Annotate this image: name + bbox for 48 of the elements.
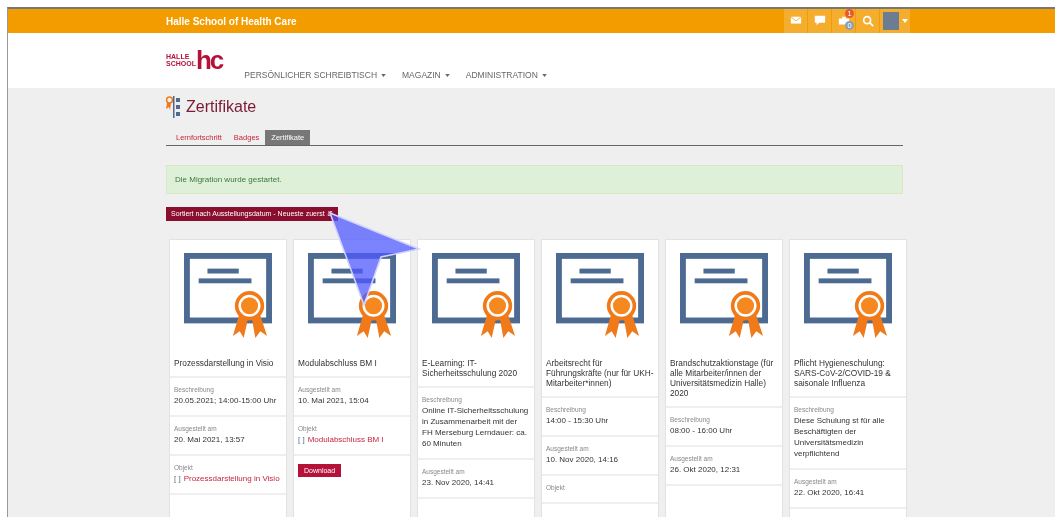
site-title: Halle School of Health Care [166,15,298,27]
certificate-icon [804,252,892,340]
chat-button[interactable] [808,9,831,33]
search-icon [861,15,874,27]
field-value: 10. Mai 2021, 15:04 [298,395,370,406]
field-value: 26. Okt 2020, 12:31 [670,464,742,475]
nav-menu-item[interactable]: PERSÖNLICHER SCHREIBTISCH [244,70,386,80]
mail-button[interactable] [784,9,807,33]
field-value: 22. Okt 2020, 16:41 [794,487,866,498]
certificate-icon [680,252,768,340]
certificate-title: Pflicht Hygieneschulung: SARS-CoV-2/COVID-19 & saisonale Influenza [790,348,906,398]
caret-icon [444,73,450,77]
object-link[interactable]: Modulabschluss BM I [307,435,384,444]
field-value: 23. Nov 2020, 14:41 [422,477,496,488]
caret-icon [901,19,908,23]
field-value: 20.05.2021; 14:00-15:00 Uhr [174,395,278,406]
certificate-title: Prozessdarstellung in Visio [170,348,286,378]
search-button[interactable] [856,9,879,33]
certificate-icon [166,96,180,118]
logo-mark: hc [195,48,223,71]
chat-icon [813,15,826,27]
pointer-arrow-icon [326,211,421,307]
caret-icon [541,73,547,77]
bracket-text: [ ] [174,474,181,483]
field-value: 14:00 - 15:30 Uhr [546,415,610,426]
caret-icon [381,73,386,77]
certificate-title: E-Learning: IT-Sicherheitsschulung 2020 [418,348,534,388]
certificate-icon [556,252,644,340]
certificate-title: Brandschutzaktionstage (für alle Mitarbeiter/innen der Universitätsmedizin Halle) 2020 [666,348,782,408]
bracket-text: [ ] [298,435,305,444]
certificate-icon [184,252,272,340]
avatar-placeholder [882,12,899,30]
mail-icon [789,15,802,27]
nav-menu-item[interactable]: ADMINISTRATION [465,70,547,80]
field-value: 10. Nov 2020, 14:16 [546,454,620,465]
field-value: Online IT-Sicherheitsschulung in Zusammenarbeit mit der FH Merseburg Lerndauer: ca. 60 Minuten [422,405,530,449]
user-menu-button[interactable] [880,9,910,33]
certificate-icon [432,252,520,340]
field-value: Diese Schulung st für alle Beschäftigten der Universitätsmedizin verpflichtend [794,415,886,459]
object-link[interactable]: Prozessdarstellung in Visio [183,474,280,483]
certificate-title: Modulabschluss BM I [294,348,410,378]
certificate-title: Arbeitsrecht für Führungskräfte (nur für UKH- Mitarbeiter*innen) [542,348,658,398]
briefcase-icon [837,15,850,27]
field-value: 20. Mai 2021, 13:57 [174,434,246,445]
page-title: Zertifikate [186,98,257,116]
nav-menu-item[interactable]: MAGAZIN [402,70,450,80]
field-value: 08:00 - 16:00 Uhr [670,425,734,436]
success-alert: Die Migration wurde gestartet. [166,165,903,194]
